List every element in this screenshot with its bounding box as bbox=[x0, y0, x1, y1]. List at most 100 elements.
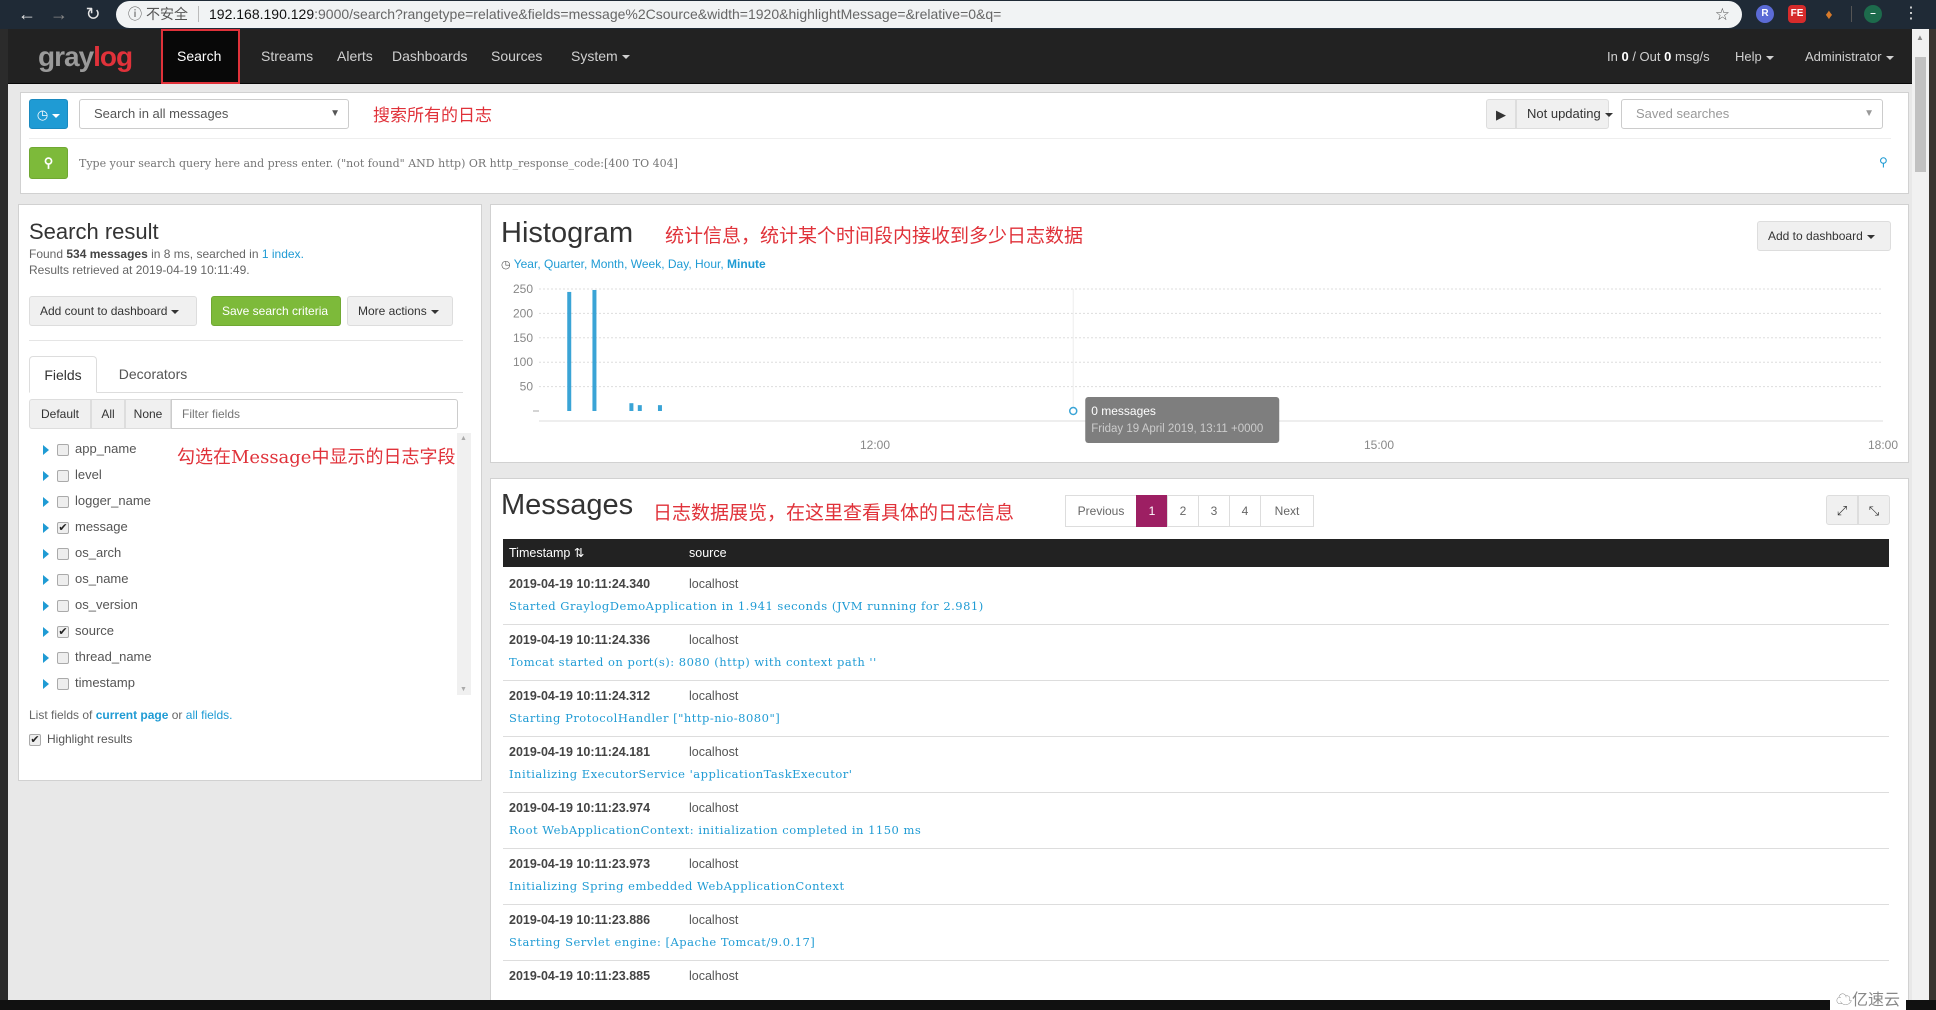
column-timestamp[interactable]: Timestamp ⇅ bbox=[509, 539, 584, 567]
expand-all-button[interactable]: ⤢ bbox=[1826, 495, 1858, 525]
field-row-logger_name[interactable]: logger_name bbox=[43, 488, 151, 514]
column-source[interactable]: source bbox=[689, 539, 727, 567]
field-row-timestamp[interactable]: timestamp bbox=[43, 670, 135, 696]
field-checkbox[interactable] bbox=[57, 651, 69, 664]
tab-fields[interactable]: Fields bbox=[29, 356, 97, 393]
expand-field-icon[interactable] bbox=[43, 444, 49, 455]
stream-select[interactable]: Search in all messages ▼ bbox=[79, 99, 349, 129]
filter-none-button[interactable]: None bbox=[125, 399, 171, 429]
field-checkbox[interactable] bbox=[57, 547, 69, 560]
more-actions-button[interactable]: More actions bbox=[347, 296, 453, 326]
expand-field-icon[interactable] bbox=[43, 548, 49, 559]
expand-field-icon[interactable] bbox=[43, 496, 49, 507]
message-row[interactable]: 2019-04-19 10:11:24.336 localhost Tomcat s… bbox=[503, 625, 1889, 681]
expand-field-icon[interactable] bbox=[43, 600, 49, 611]
time-range-button[interactable]: ◷ bbox=[29, 99, 68, 129]
back-icon[interactable]: ← bbox=[16, 3, 38, 25]
index-link[interactable]: 1 index bbox=[262, 247, 301, 261]
forward-icon[interactable]: → bbox=[48, 3, 70, 25]
graylog-logo[interactable]: graylog bbox=[38, 41, 133, 73]
field-row-os_arch[interactable]: os_arch bbox=[43, 540, 121, 566]
help-menu[interactable]: Help bbox=[1735, 29, 1774, 84]
browser-menu-icon[interactable]: ⋮ bbox=[1900, 3, 1922, 25]
highlight-checkbox[interactable]: ✔ bbox=[29, 733, 41, 746]
field-checkbox[interactable] bbox=[57, 495, 69, 508]
resolution-quarter[interactable]: Quarter bbox=[544, 257, 584, 271]
filter-fields-input[interactable] bbox=[171, 399, 458, 429]
expand-field-icon[interactable] bbox=[43, 522, 49, 533]
resolution-month[interactable]: Month bbox=[591, 257, 624, 271]
scroll-down-icon[interactable]: ▼ bbox=[460, 686, 467, 693]
play-refresh-button[interactable]: ▶ bbox=[1486, 99, 1516, 129]
field-checkbox[interactable] bbox=[57, 599, 69, 612]
resolution-hour[interactable]: Hour bbox=[695, 257, 720, 271]
add-to-dashboard-button[interactable]: Add to dashboard bbox=[1757, 221, 1891, 251]
message-row[interactable]: 2019-04-19 10:11:23.973 localhost Initiali… bbox=[503, 849, 1889, 905]
highlight-results-toggle[interactable]: ✔ Highlight results bbox=[29, 732, 132, 746]
message-row[interactable]: 2019-04-19 10:11:24.181 localhost Initiali… bbox=[503, 737, 1889, 793]
expand-field-icon[interactable] bbox=[43, 678, 49, 689]
page-previous[interactable]: Previous bbox=[1065, 495, 1137, 527]
page-1[interactable]: 1 bbox=[1136, 495, 1168, 527]
add-count-to-dashboard-button[interactable]: Add count to dashboard bbox=[29, 296, 197, 326]
scroll-up-icon[interactable]: ▲ bbox=[1916, 33, 1924, 42]
search-query-input[interactable] bbox=[79, 147, 1869, 179]
expand-field-icon[interactable] bbox=[43, 652, 49, 663]
tab-decorators[interactable]: Decorators bbox=[105, 356, 201, 393]
refresh-interval-dropdown[interactable]: Not updating bbox=[1516, 99, 1613, 129]
resolution-minute[interactable]: Minute bbox=[727, 257, 766, 271]
fe-extension-icon[interactable]: FE bbox=[1788, 5, 1806, 23]
page-scrollbar[interactable]: ▲ bbox=[1912, 29, 1929, 1010]
message-row[interactable]: 2019-04-19 10:11:24.312 localhost Starting… bbox=[503, 681, 1889, 737]
message-row[interactable]: 2019-04-19 10:11:23.974 localhost Root Web… bbox=[503, 793, 1889, 849]
field-row-os_name[interactable]: os_name bbox=[43, 566, 128, 592]
bookmark-star-icon[interactable]: ☆ bbox=[1715, 1, 1730, 28]
page-4[interactable]: 4 bbox=[1229, 495, 1261, 527]
saved-searches-select[interactable]: Saved searches ▼ bbox=[1621, 99, 1883, 129]
nav-sources[interactable]: Sources bbox=[475, 29, 558, 84]
page-next[interactable]: Next bbox=[1260, 495, 1314, 527]
field-checkbox[interactable] bbox=[57, 443, 69, 456]
r-extension-icon[interactable]: R bbox=[1756, 5, 1774, 23]
resolution-day[interactable]: Day bbox=[668, 257, 688, 271]
lightbulb-icon[interactable]: ⚲ bbox=[1879, 155, 1888, 169]
field-row-source[interactable]: ✔ source bbox=[43, 618, 114, 644]
info-icon[interactable]: ⓘ bbox=[128, 1, 142, 28]
expand-field-icon[interactable] bbox=[43, 470, 49, 481]
field-checkbox[interactable] bbox=[57, 469, 69, 482]
nav-system[interactable]: System bbox=[555, 29, 646, 84]
field-row-level[interactable]: level bbox=[43, 462, 102, 488]
user-menu[interactable]: Administrator bbox=[1805, 29, 1894, 84]
filter-default-button[interactable]: Default bbox=[29, 399, 91, 429]
profile-avatar[interactable]: – bbox=[1864, 5, 1882, 23]
field-row-app_name[interactable]: app_name bbox=[43, 436, 136, 462]
scroll-up-icon[interactable]: ▲ bbox=[460, 435, 467, 442]
field-checkbox[interactable]: ✔ bbox=[57, 521, 69, 534]
fox-extension-icon[interactable]: ♦ bbox=[1820, 5, 1838, 23]
page-2[interactable]: 2 bbox=[1167, 495, 1199, 527]
all-fields-link[interactable]: all fields bbox=[186, 708, 229, 722]
save-search-criteria-button[interactable]: Save search criteria bbox=[211, 296, 341, 326]
reload-icon[interactable]: ↻ bbox=[82, 3, 104, 25]
resolution-week[interactable]: Week bbox=[631, 257, 661, 271]
field-row-os_version[interactable]: os_version bbox=[43, 592, 138, 618]
message-row[interactable]: 2019-04-19 10:11:23.885 localhost bbox=[503, 961, 1889, 1004]
sort-icon[interactable]: ⇅ bbox=[574, 546, 584, 560]
current-page-link[interactable]: current page bbox=[96, 708, 169, 722]
message-row[interactable]: 2019-04-19 10:11:24.340 localhost Started … bbox=[503, 569, 1889, 625]
field-row-thread_name[interactable]: thread_name bbox=[43, 644, 152, 670]
expand-field-icon[interactable] bbox=[43, 574, 49, 585]
field-row-message[interactable]: ✔ message bbox=[43, 514, 128, 540]
scrollbar-thumb[interactable] bbox=[1915, 57, 1926, 172]
nav-streams[interactable]: Streams bbox=[245, 29, 329, 84]
expand-field-icon[interactable] bbox=[43, 626, 49, 637]
resolution-year[interactable]: Year bbox=[514, 257, 538, 271]
collapse-all-button[interactable]: ⤡ bbox=[1858, 495, 1890, 525]
message-row[interactable]: 2019-04-19 10:11:23.886 localhost Starting… bbox=[503, 905, 1889, 961]
nav-search[interactable]: Search bbox=[161, 29, 240, 84]
field-list-scrollbar[interactable]: ▲ ▼ bbox=[457, 433, 471, 695]
field-checkbox[interactable] bbox=[57, 573, 69, 586]
address-bar[interactable]: ⓘ 不安全 192.168.190.129:9000/search?rangetyp… bbox=[116, 1, 1742, 28]
search-submit-button[interactable]: ⚲ bbox=[29, 147, 68, 179]
nav-dashboards[interactable]: Dashboards bbox=[376, 29, 484, 84]
